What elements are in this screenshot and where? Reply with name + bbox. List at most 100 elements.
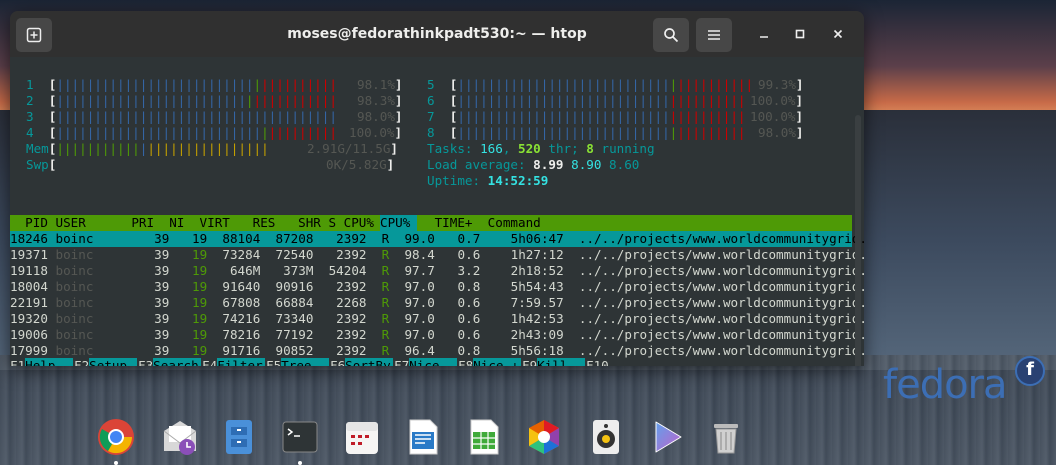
process-ni: 19 xyxy=(176,311,208,326)
load-average: Load average: 8.99 8.90 8.60 xyxy=(427,157,640,172)
calendar-icon[interactable] xyxy=(342,417,382,457)
process-user: boinc xyxy=(55,327,124,342)
scrollbar-track[interactable] xyxy=(855,115,861,366)
process-shr: 2392 xyxy=(321,247,367,262)
process-row[interactable]: 18246 boinc 39 19 88104 87208 2392 R 99.… xyxy=(10,231,864,247)
fkey-9[interactable]: F9Kill xyxy=(522,358,586,366)
column-headers[interactable]: PID USER PRI NI VIRT RES SHR S CPU% MEM%… xyxy=(10,215,541,231)
cpu-column-label[interactable]: CPU% xyxy=(380,215,410,231)
fkey-1[interactable]: F1Help xyxy=(10,358,74,366)
fkey-label: Nice + xyxy=(473,358,522,366)
minimize-button[interactable] xyxy=(753,23,775,45)
process-ni: 19 xyxy=(176,231,208,246)
rhythmbox-icon[interactable] xyxy=(586,417,626,457)
maximize-button[interactable] xyxy=(789,23,811,45)
process-cpu: 97.0 xyxy=(396,327,435,342)
process-user: boinc xyxy=(55,263,124,278)
process-mem: 0.8 xyxy=(442,279,481,294)
fkey-4[interactable]: F4Filter xyxy=(202,358,266,366)
process-shr: 2392 xyxy=(321,343,367,358)
calc-icon[interactable] xyxy=(464,417,504,457)
writer-icon[interactable] xyxy=(403,417,443,457)
running-indicator xyxy=(114,461,118,465)
fkey-6[interactable]: F6SortBy xyxy=(330,358,394,366)
process-pid: 18004 xyxy=(10,279,48,294)
process-virt: 73284 xyxy=(214,247,261,262)
process-user: boinc xyxy=(55,343,124,358)
cpu-meter: 4 [||||||||||||||||||||||||||||||||||||| xyxy=(26,125,337,140)
tasks-summary: Tasks: 166, 520 thr; 8 running xyxy=(427,141,655,156)
mem-value: 2.91G/11.5G xyxy=(307,141,391,156)
process-cpu: 99.0 xyxy=(396,231,435,246)
files-icon[interactable] xyxy=(219,417,259,457)
process-cpu: 97.0 xyxy=(396,279,435,294)
process-res: 90852 xyxy=(267,343,314,358)
process-virt: 74216 xyxy=(214,311,261,326)
fkey-8[interactable]: F8Nice + xyxy=(458,358,522,366)
fkey-10[interactable]: F10Quit xyxy=(586,358,852,366)
fkey-5[interactable]: F5Tree xyxy=(266,358,330,366)
function-key-bar: F1Help F2Setup F3Search F4Filter F5Tree F6… xyxy=(10,358,852,366)
process-time: 1h42:53 xyxy=(487,311,564,326)
mem-meter: Mem[|||||||||||||||||||||||||||| xyxy=(26,141,269,156)
search-icon xyxy=(664,28,679,43)
close-button[interactable] xyxy=(827,23,849,45)
cpu-meter: 7 [|||||||||||||||||||||||||||||||||||||… xyxy=(427,109,746,124)
close-icon xyxy=(833,29,843,39)
fkey-key: F9 xyxy=(522,358,538,366)
swap-value: 0K/5.82G xyxy=(326,157,387,172)
cpu-percent: 98.0% xyxy=(758,125,796,140)
swap-meter: Swp[ xyxy=(26,157,57,172)
cpu-meter: 6 [|||||||||||||||||||||||||||||||||||||… xyxy=(427,93,746,108)
process-shr: 2268 xyxy=(321,295,367,310)
fkey-7[interactable]: F7Nice - xyxy=(394,358,458,366)
cpu-meter: 3 [||||||||||||||||||||||||||||||||||||| xyxy=(26,109,337,124)
process-row[interactable]: 19320 boinc 39 19 74216 73340 2392 R 97.… xyxy=(10,311,864,327)
fkey-key: F2 xyxy=(74,358,90,366)
mail-icon[interactable] xyxy=(160,417,200,457)
process-row[interactable]: 17999 boinc 39 19 91716 90852 2392 R 96.… xyxy=(10,343,864,359)
cpu-percent: 98.0% xyxy=(357,109,395,124)
fkey-key: F7 xyxy=(394,358,410,366)
fkey-3[interactable]: F3Search xyxy=(138,358,202,366)
process-pid: 19118 xyxy=(10,263,48,278)
terminal-icon[interactable] xyxy=(280,417,320,457)
process-cmd: ../../projects/www.worldcommunitygrid.or xyxy=(578,263,864,278)
process-pid: 19006 xyxy=(10,327,48,342)
minimize-icon xyxy=(760,36,768,38)
process-row[interactable]: 19118 boinc 39 19 646M 373M 54204 R 97.7… xyxy=(10,263,864,279)
process-pri: 39 xyxy=(131,279,170,294)
process-res: 373M xyxy=(267,263,314,278)
process-res: 87208 xyxy=(267,231,314,246)
maximize-icon xyxy=(795,29,805,39)
fkey-2[interactable]: F2Setup xyxy=(74,358,138,366)
process-row[interactable]: 19371 boinc 39 19 73284 72540 2392 R 98.… xyxy=(10,247,864,263)
process-shr: 2392 xyxy=(321,311,367,326)
fkey-label: Nice - xyxy=(409,358,458,366)
cpu-meter: 8 [|||||||||||||||||||||||||||||||||||||… xyxy=(427,125,746,140)
process-time: 2h43:09 xyxy=(487,327,564,342)
process-row[interactable]: 18004 boinc 39 19 91640 90916 2392 R 97.… xyxy=(10,279,864,295)
htop-terminal[interactable]: 1 [|||||||||||||||||||||||||||||||||||||… xyxy=(10,57,864,366)
video-player-icon[interactable] xyxy=(647,417,687,457)
trash-icon[interactable] xyxy=(706,417,746,457)
process-s: R xyxy=(374,327,390,342)
process-row[interactable]: 22191 boinc 39 19 67808 66884 2268 R 97.… xyxy=(10,295,864,311)
menu-button[interactable] xyxy=(696,18,732,52)
process-cmd: ../../projects/www.worldcommunitygrid.or xyxy=(578,311,864,326)
process-time: 1h27:12 xyxy=(487,247,564,262)
process-row[interactable]: 19006 boinc 39 19 78216 77192 2392 R 97.… xyxy=(10,327,864,343)
search-button[interactable] xyxy=(653,18,689,52)
running-indicator xyxy=(298,461,302,465)
process-pid: 19371 xyxy=(10,247,48,262)
process-mem: 0.6 xyxy=(442,295,481,310)
cpu-percent: 100.0% xyxy=(349,125,395,140)
process-mem: 0.6 xyxy=(442,247,481,262)
process-shr: 2392 xyxy=(321,231,367,246)
process-s: R xyxy=(374,295,390,310)
photos-icon[interactable] xyxy=(524,417,564,457)
chrome-icon[interactable] xyxy=(96,417,136,457)
process-res: 72540 xyxy=(267,247,314,262)
process-virt: 91640 xyxy=(214,279,261,294)
process-s: R xyxy=(374,343,390,358)
